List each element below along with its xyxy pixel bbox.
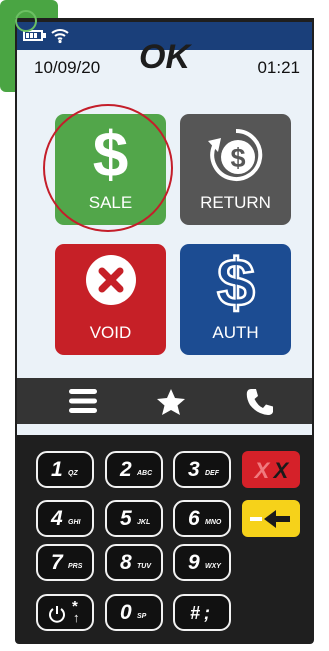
- clear-key[interactable]: [242, 500, 300, 537]
- key-letters: TUV: [137, 563, 151, 570]
- cancel-x-icon: X X: [253, 459, 290, 481]
- svg-text:$: $: [217, 246, 255, 316]
- bottom-navbar: [17, 378, 312, 424]
- keypad-key[interactable]: 1 QZ: [36, 451, 94, 488]
- favorites-button[interactable]: [142, 378, 202, 424]
- key-letters: PRS: [68, 563, 83, 570]
- void-label: VOID: [89, 323, 132, 342]
- return-button[interactable]: $ RETURN: [180, 114, 291, 225]
- key-number: 4: [51, 507, 63, 530]
- cancel-key[interactable]: X X: [242, 451, 300, 488]
- keypad-key[interactable]: 2 ABC: [105, 451, 163, 488]
- key-letters: GHI: [68, 519, 81, 526]
- auth-label: AUTH: [212, 323, 259, 342]
- key-letters: SP: [137, 613, 147, 620]
- keypad-key[interactable]: #;: [173, 594, 231, 631]
- keypad-key[interactable]: 3 DEF: [173, 451, 231, 488]
- power-icon: [49, 606, 65, 623]
- key-number: #;: [190, 603, 215, 623]
- touch-screen: 10/09/20 01:21 $ SALE $ RETURN VOID $ AU…: [17, 22, 312, 435]
- key-number: 7: [51, 551, 63, 574]
- key-letters: JKL: [137, 519, 151, 526]
- key-number: 9: [188, 551, 200, 574]
- keypad-key[interactable]: 7 PRS: [36, 544, 94, 581]
- key-number: 3: [188, 458, 200, 481]
- key-number: 6: [188, 507, 200, 530]
- menu-button[interactable]: [57, 378, 117, 424]
- key-letters: WXY: [205, 563, 221, 570]
- keypad-key[interactable]: 8 TUV: [105, 544, 163, 581]
- svg-text:X: X: [253, 459, 271, 481]
- ok-label: OK: [139, 38, 190, 76]
- svg-text:$: $: [230, 143, 245, 173]
- auth-button[interactable]: $ AUTH: [180, 244, 291, 355]
- key-letters: QZ: [68, 470, 78, 477]
- phone-icon: [246, 389, 273, 415]
- menu-icon: [69, 389, 97, 413]
- key-number: 0: [120, 601, 132, 624]
- indicator-circle-icon: [15, 10, 37, 32]
- key-letters: DEF: [205, 470, 219, 477]
- backspace-arrow-icon: [250, 510, 290, 528]
- svg-text:X: X: [272, 459, 290, 481]
- key-number: 8: [120, 551, 132, 574]
- key-number: 1: [51, 458, 63, 481]
- cancel-x-icon: [86, 255, 136, 305]
- keypad-key[interactable]: 6 MNO: [173, 500, 231, 537]
- up-arrow-icon: ↑: [73, 610, 80, 625]
- key-number: 2: [120, 458, 132, 481]
- key-number: 5: [120, 507, 132, 530]
- keypad-key[interactable]: 0 SP: [105, 594, 163, 631]
- call-button[interactable]: [233, 378, 293, 424]
- keypad-key[interactable]: * ↑: [36, 594, 94, 631]
- keypad-key[interactable]: 4 GHI: [36, 500, 94, 537]
- selection-circle: [43, 104, 173, 232]
- key-letters: ABC: [137, 470, 153, 477]
- star-icon: [157, 389, 185, 415]
- key-letters: MNO: [205, 519, 222, 526]
- keypad-key[interactable]: 5 JKL: [105, 500, 163, 537]
- return-label: RETURN: [200, 193, 271, 212]
- keypad-key[interactable]: 9 WXY: [173, 544, 231, 581]
- refund-dollar-icon: $: [208, 128, 263, 181]
- void-button[interactable]: VOID: [55, 244, 166, 355]
- outlined-dollar-icon: $: [216, 246, 256, 316]
